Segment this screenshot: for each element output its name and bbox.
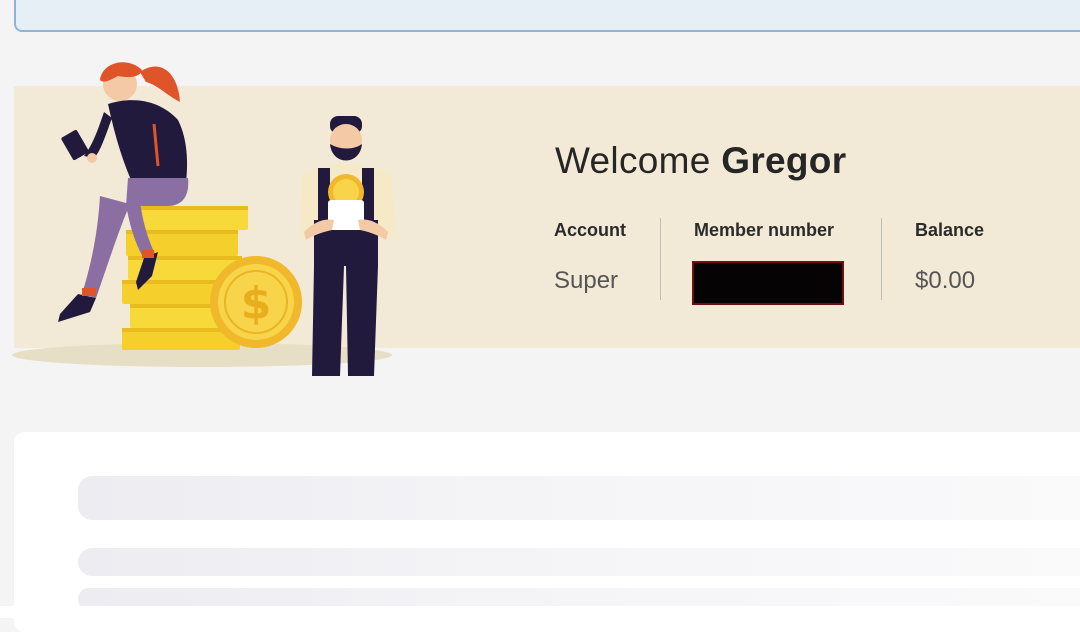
balance-value: $0.00 (915, 267, 976, 294)
top-banner (14, 0, 1080, 32)
account-label: Account (554, 220, 626, 240)
bottom-edge (0, 606, 1080, 618)
welcome-heading: Welcome Gregor (555, 140, 846, 182)
member-number-label: Member number (694, 220, 835, 240)
man-with-coin-illustration (300, 116, 396, 376)
dollar-coin-icon: $ (210, 256, 302, 348)
account-info: Account Super (554, 220, 626, 294)
member-number-info: Member number (692, 220, 844, 305)
divider (660, 218, 661, 300)
balance-label: Balance (915, 220, 985, 240)
balance-info: Balance $0.00 (915, 220, 985, 294)
divider (881, 218, 882, 300)
account-value: Super (554, 267, 619, 294)
user-name: Gregor (721, 140, 847, 181)
welcome-greeting: Welcome (555, 140, 711, 181)
loading-placeholder (78, 548, 1080, 576)
hero-illustration: $ (58, 62, 396, 376)
svg-text:$: $ (241, 278, 272, 329)
member-number-redacted (692, 261, 844, 305)
loading-placeholder (78, 476, 1080, 520)
